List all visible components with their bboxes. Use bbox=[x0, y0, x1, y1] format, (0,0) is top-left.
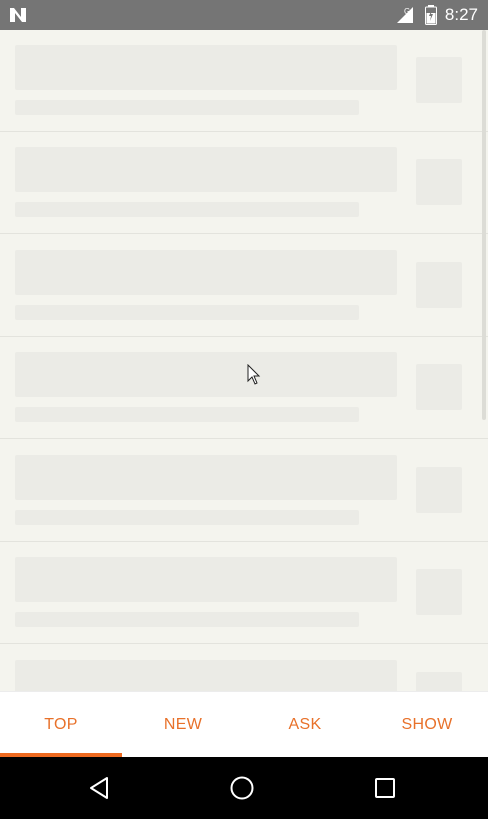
back-button[interactable] bbox=[84, 773, 114, 803]
list-item-placeholder[interactable] bbox=[0, 645, 488, 691]
meta-placeholder bbox=[15, 100, 359, 115]
back-triangle-icon bbox=[90, 777, 108, 799]
list-item-placeholder[interactable] bbox=[0, 542, 488, 644]
status-bar: G 8:27 bbox=[0, 0, 488, 30]
scrollbar[interactable] bbox=[482, 30, 486, 420]
tab-label: SHOW bbox=[401, 715, 453, 733]
tab-top[interactable]: TOP bbox=[0, 692, 122, 757]
home-circle-icon bbox=[230, 776, 254, 800]
network-badge: G bbox=[404, 7, 410, 16]
tab-ask[interactable]: ASK bbox=[244, 692, 366, 757]
tab-label: ASK bbox=[288, 715, 322, 733]
tab-show[interactable]: SHOW bbox=[366, 692, 488, 757]
battery-charging-icon bbox=[424, 5, 437, 25]
status-icons: G 8:27 bbox=[395, 0, 478, 30]
tab-label: NEW bbox=[163, 715, 203, 733]
home-button[interactable] bbox=[227, 773, 257, 803]
list-item-placeholder[interactable] bbox=[0, 30, 488, 132]
title-placeholder bbox=[15, 45, 397, 90]
thumbnail-placeholder bbox=[416, 262, 462, 308]
signal-icon: G bbox=[396, 7, 413, 23]
title-placeholder bbox=[15, 455, 397, 500]
thumbnail-placeholder bbox=[416, 159, 462, 205]
list-item-placeholder[interactable] bbox=[0, 337, 488, 439]
meta-placeholder bbox=[15, 202, 359, 217]
meta-placeholder bbox=[15, 305, 359, 320]
thumbnail-placeholder bbox=[416, 467, 462, 513]
meta-placeholder bbox=[15, 612, 359, 627]
app-screen: G 8:27 TOP NEW ASK SHOW bbox=[0, 0, 488, 819]
list-item-placeholder[interactable] bbox=[0, 440, 488, 542]
tab-new[interactable]: NEW bbox=[122, 692, 244, 757]
mouse-pointer-icon bbox=[247, 364, 261, 385]
recents-square-icon bbox=[375, 778, 395, 798]
meta-placeholder bbox=[15, 407, 359, 422]
title-placeholder bbox=[15, 660, 397, 691]
thumbnail-placeholder bbox=[416, 672, 462, 691]
story-list[interactable] bbox=[0, 30, 488, 691]
title-placeholder bbox=[15, 250, 397, 295]
tab-bar: TOP NEW ASK SHOW bbox=[0, 691, 488, 757]
title-placeholder bbox=[15, 352, 397, 397]
thumbnail-placeholder bbox=[416, 569, 462, 615]
list-item-placeholder[interactable] bbox=[0, 132, 488, 234]
list-item-placeholder[interactable] bbox=[0, 235, 488, 337]
thumbnail-placeholder bbox=[416, 364, 462, 410]
title-placeholder bbox=[15, 147, 397, 192]
recents-button[interactable] bbox=[370, 773, 400, 803]
tab-label: TOP bbox=[44, 715, 78, 733]
n-logo-icon bbox=[10, 8, 26, 22]
title-placeholder bbox=[15, 557, 397, 602]
clock-time: 8:27 bbox=[444, 5, 478, 24]
meta-placeholder bbox=[15, 510, 359, 525]
navigation-bar bbox=[0, 757, 488, 819]
thumbnail-placeholder bbox=[416, 57, 462, 103]
